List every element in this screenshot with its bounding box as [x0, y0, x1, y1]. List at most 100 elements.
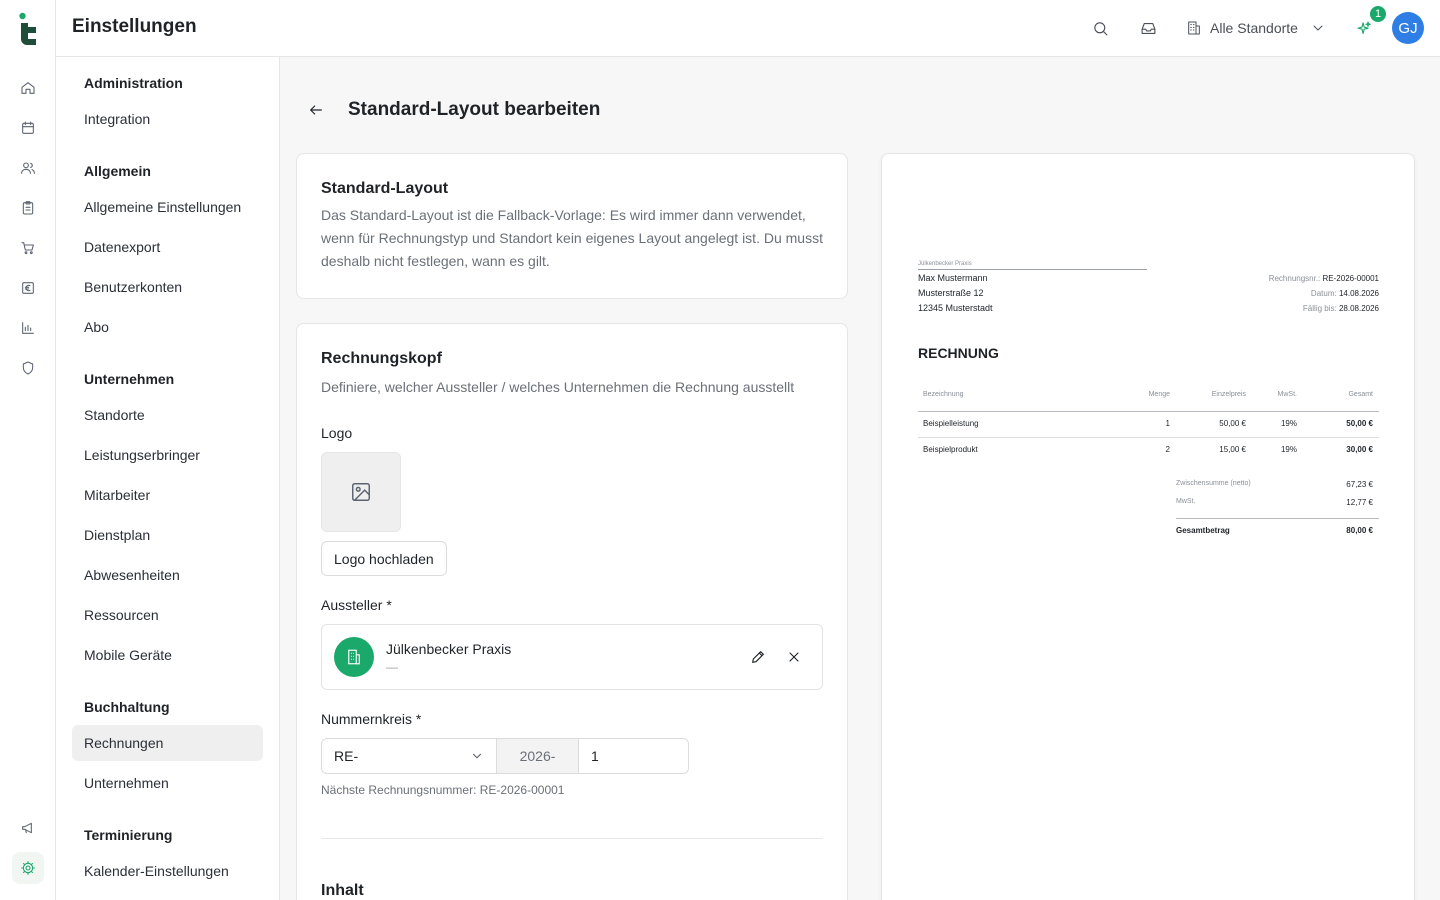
brand-logo[interactable] [18, 12, 38, 46]
preview-vat-value: 12,77 € [1346, 498, 1373, 507]
invoice-header-description: Definiere, welcher Aussteller / welches … [321, 379, 795, 395]
building-icon [348, 649, 360, 665]
arrow-left-icon [310, 105, 322, 115]
preview-grand-total-value: 80,00 € [1346, 526, 1373, 535]
rail-security-button[interactable] [12, 352, 44, 384]
preview-meta-due: Fällig bis: 28.08.2026 [1302, 304, 1379, 313]
rail-calendar-button[interactable] [12, 112, 44, 144]
sidebar-item-mobile-geraete[interactable]: Mobile Geräte [72, 637, 263, 673]
section-unternehmen: Unternehmen [84, 371, 175, 387]
pencil-icon [752, 651, 764, 663]
header-title: Einstellungen [72, 16, 197, 37]
preview-subtotal-value: 67,23 € [1346, 480, 1373, 489]
section-buchhaltung: Buchhaltung [84, 699, 170, 715]
remove-issuer-button[interactable] [782, 645, 806, 669]
euro-icon [22, 282, 34, 294]
preview-recipient-name: Max Mustermann [918, 273, 988, 283]
prefix-select[interactable]: RE- [321, 738, 497, 774]
preview-vat-label: MwSt. [1176, 498, 1196, 505]
sidebar-item-abwesenheiten[interactable]: Abwesenheiten [72, 557, 263, 593]
preview-sender-rule [918, 269, 1147, 270]
sidebar-item-standorte[interactable]: Standorte [72, 397, 263, 433]
number-range-row: RE- 2026- [321, 738, 689, 774]
sidebar-item-rechnungen[interactable]: Rechnungen [72, 725, 263, 761]
users-icon [21, 162, 35, 174]
section-allgemein: Allgemein [84, 163, 151, 179]
standard-layout-title: Standard-Layout [321, 180, 449, 197]
sidebar-item-leistungserbringer[interactable]: Leistungserbringer [72, 437, 263, 473]
preview-row2-quantity: 2 [1165, 445, 1170, 454]
preview-grand-total-label: Gesamtbetrag [1176, 526, 1230, 535]
rail-finance-button[interactable] [12, 272, 44, 304]
preview-row1-total: 50,00 € [1346, 419, 1373, 428]
sidebar-item-abo[interactable]: Abo [72, 309, 263, 345]
issuer-card: Jülkenbecker Praxis — [321, 624, 823, 690]
calendar-icon [22, 121, 34, 134]
standard-layout-description: Das Standard-Layout ist die Fallback-Vor… [321, 207, 823, 269]
sidebar-item-datenexport[interactable]: Datenexport [72, 229, 263, 265]
bar-chart-icon [22, 322, 34, 334]
edit-issuer-button[interactable] [746, 645, 770, 669]
issuer-label: Aussteller * [321, 597, 392, 613]
preview-row-rule [918, 437, 1379, 438]
chevron-down-icon [1313, 25, 1323, 31]
cart-icon [21, 242, 34, 255]
sidebar-item-ressourcen[interactable]: Ressourcen [72, 597, 263, 633]
invoice-header-title: Rechnungskopf [321, 350, 442, 367]
user-avatar[interactable]: GJ [1392, 12, 1424, 44]
preview-header-rule [918, 411, 1379, 412]
close-icon [789, 652, 799, 662]
rail-settings-button[interactable] [12, 852, 44, 884]
sidebar-item-dienstplan[interactable]: Dienstplan [72, 517, 263, 553]
location-label: Alle Standorte [1210, 20, 1298, 36]
start-number-input[interactable] [578, 738, 689, 774]
preview-row2-description: Beispielprodukt [923, 445, 978, 454]
home-icon [21, 82, 35, 94]
section-administration: Administration [84, 75, 183, 91]
sidebar-item-integration[interactable]: Integration [72, 101, 263, 137]
sidebar-item-kalender-einstellungen[interactable]: Kalender-Einstellungen [72, 853, 263, 889]
logo-placeholder[interactable] [321, 452, 401, 532]
sidebar-item-benutzerkonten[interactable]: Benutzerkonten [72, 269, 263, 305]
invoice-preview: Jülkenbecker Praxis Max Mustermann Muste… [881, 153, 1415, 900]
logo-label: Logo [321, 425, 353, 441]
sidebar-item-unternehmen[interactable]: Unternehmen [72, 765, 263, 801]
inbox-button[interactable] [1136, 16, 1160, 40]
number-range-label: Nummernkreis * [321, 711, 422, 727]
settings-sidebar: Administration Integration Allgemein All… [56, 57, 280, 900]
issuer-avatar [334, 637, 374, 677]
preview-col-description: Bezeichnung [923, 391, 964, 398]
clipboard-icon [22, 201, 34, 215]
upload-logo-button[interactable]: Logo hochladen [321, 541, 447, 576]
chevron-down-icon [473, 753, 481, 759]
preview-row2-unit-price: 15,00 € [1219, 445, 1246, 454]
shield-icon [22, 361, 34, 375]
gear-icon [21, 861, 35, 875]
image-icon [352, 483, 370, 501]
year-segment: 2026- [497, 738, 578, 774]
preview-col-total: Gesamt [1348, 391, 1373, 398]
issuer-name: Jülkenbecker Praxis [386, 641, 512, 657]
rail-reports-button[interactable] [12, 312, 44, 344]
divider [321, 838, 823, 839]
rail-home-button[interactable] [12, 72, 44, 104]
content-section-title: Inhalt [321, 882, 364, 899]
rail-clipboard-button[interactable] [12, 192, 44, 224]
back-button[interactable] [304, 98, 328, 122]
top-bar: Einstellungen Alle Standorte 1 GJ [56, 0, 1440, 57]
page-title: Standard-Layout bearbeiten [348, 99, 601, 120]
preview-subtotal-label: Zwischensumme (netto) [1176, 480, 1251, 487]
rail-cart-button[interactable] [12, 232, 44, 264]
location-select[interactable]: Alle Standorte [1186, 16, 1326, 40]
section-terminierung: Terminierung [84, 827, 173, 843]
preview-row1-vat: 19% [1280, 419, 1297, 428]
notification-badge: 1 [1370, 6, 1386, 22]
search-button[interactable] [1088, 16, 1112, 40]
rail-users-button[interactable] [12, 152, 44, 184]
sidebar-item-allgemeine-einstellungen[interactable]: Allgemeine Einstellungen [72, 189, 263, 225]
prefix-value: RE- [334, 748, 359, 764]
rail-announcements-button[interactable] [12, 812, 44, 844]
preview-col-unit-price: Einzelpreis [1211, 391, 1246, 398]
sidebar-item-mitarbeiter[interactable]: Mitarbeiter [72, 477, 263, 513]
inbox-icon [1141, 22, 1155, 34]
